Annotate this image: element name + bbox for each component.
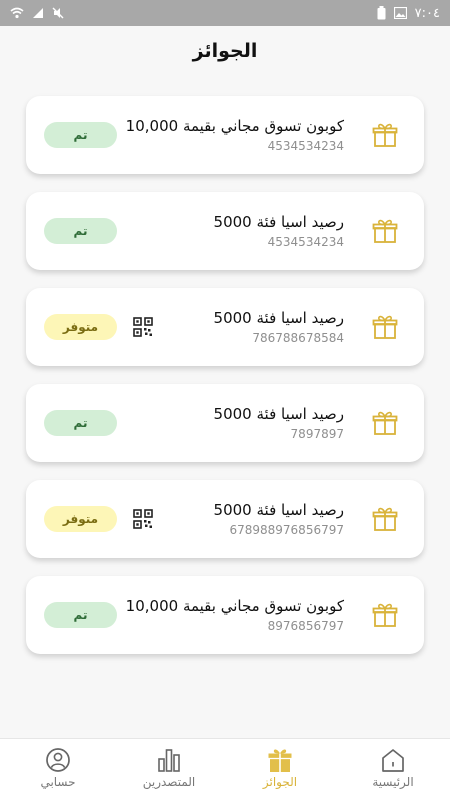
prize-card[interactable]: رصيد اسيا فئة 5000 4534534234 تم — [26, 192, 424, 270]
prize-text: كوبون تسوق مجاني بقيمة 10,000 4534534234 — [124, 96, 344, 174]
status-time: ٧:٠٤ — [414, 5, 440, 21]
wifi-icon — [10, 7, 24, 19]
prize-text: رصيد اسيا فئة 5000 678988976856797 — [124, 480, 344, 558]
prize-title: رصيد اسيا فئة 5000 — [213, 500, 344, 519]
gift-icon — [268, 749, 292, 772]
nav-item-prizes[interactable]: الجوائز — [235, 747, 325, 789]
status-badge: تم — [44, 122, 117, 148]
qr-code-icon[interactable] — [133, 509, 153, 529]
prize-code: 786788678584 — [252, 330, 344, 345]
nav-item-account[interactable]: حسابي — [13, 747, 103, 789]
nav-label-account: حسابي — [40, 775, 76, 789]
leaderboard-icon — [158, 749, 180, 772]
prize-title: رصيد اسيا فئة 5000 — [213, 308, 344, 327]
prize-title: رصيد اسيا فئة 5000 — [213, 212, 344, 231]
prize-card[interactable]: كوبون تسوق مجاني بقيمة 10,000 8976856797… — [26, 576, 424, 654]
qr-code-icon[interactable] — [133, 317, 153, 337]
nav-label-home: الرئيسية — [372, 775, 414, 789]
battery-icon — [377, 6, 386, 20]
prize-text: رصيد اسيا فئة 5000 7897897 — [124, 384, 344, 462]
prize-title: رصيد اسيا فئة 5000 — [213, 404, 344, 423]
nav-label-prizes: الجوائز — [262, 775, 298, 789]
user-icon — [46, 748, 70, 772]
prize-code: 7897897 — [290, 426, 344, 441]
status-icons-right: ٧:٠٤ — [377, 6, 440, 21]
gift-icon — [372, 507, 398, 531]
status-badge: متوفر — [44, 314, 117, 340]
prize-title: كوبون تسوق مجاني بقيمة 10,000 — [125, 116, 344, 135]
prize-text: رصيد اسيا فئة 5000 4534534234 — [124, 192, 344, 270]
gift-icon — [372, 123, 398, 147]
status-badge: تم — [44, 602, 117, 628]
prize-code: 678988976856797 — [229, 522, 344, 537]
status-badge: تم — [44, 218, 117, 244]
status-badge: متوفر — [44, 506, 117, 532]
prize-title: كوبون تسوق مجاني بقيمة 10,000 — [125, 596, 344, 615]
page-title: الجوائز — [192, 40, 258, 62]
nav-item-home[interactable]: الرئيسية — [348, 747, 438, 789]
prize-card[interactable]: رصيد اسيا فئة 5000 7897897 تم — [26, 384, 424, 462]
prize-code: 4534534234 — [267, 138, 344, 153]
nav-item-leaderboard[interactable]: المتصدرين — [124, 747, 214, 789]
gift-icon — [372, 411, 398, 435]
bottom-nav: حسابي المتصدرين الجوائز الرئيسية — [0, 738, 450, 800]
status-badge: تم — [44, 410, 117, 436]
prize-card[interactable]: كوبون تسوق مجاني بقيمة 10,000 4534534234… — [26, 96, 424, 174]
mute-icon — [52, 7, 64, 19]
gift-icon — [372, 603, 398, 627]
prize-text: كوبون تسوق مجاني بقيمة 10,000 8976856797 — [124, 576, 344, 654]
prize-code: 8976856797 — [267, 618, 344, 633]
prize-card[interactable]: رصيد اسيا فئة 5000 678988976856797 متوفر — [26, 480, 424, 558]
home-icon — [382, 749, 404, 772]
status-bar: ٧:٠٤ — [0, 0, 450, 26]
gift-icon — [372, 219, 398, 243]
image-icon — [393, 7, 407, 19]
signal-icon — [32, 7, 44, 19]
prize-text: رصيد اسيا فئة 5000 786788678584 — [124, 288, 344, 366]
nav-label-leaderboard: المتصدرين — [142, 775, 196, 789]
status-icons-left — [10, 7, 64, 19]
gift-icon — [372, 315, 398, 339]
prize-code: 4534534234 — [267, 234, 344, 249]
prize-card[interactable]: رصيد اسيا فئة 5000 786788678584 متوفر — [26, 288, 424, 366]
